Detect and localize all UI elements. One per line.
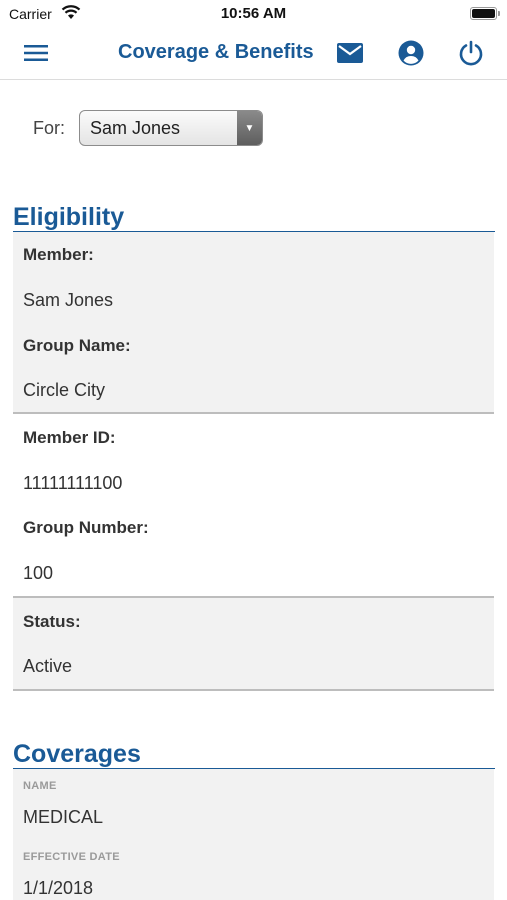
clock: 10:56 AM bbox=[220, 5, 287, 22]
eligibility-panel-ids: Member ID: 11111111100 Group Number: 100 bbox=[13, 414, 494, 598]
for-label: For: bbox=[33, 118, 66, 138]
member-id-value: 11111111100 bbox=[23, 473, 123, 493]
battery-icon bbox=[470, 7, 497, 20]
coverages-heading: Coverages bbox=[13, 740, 141, 768]
status-bar: Carrier 10:56 AM bbox=[0, 0, 507, 28]
account-icon[interactable] bbox=[397, 39, 425, 67]
power-icon[interactable] bbox=[457, 39, 485, 67]
coverage-name-label: NAME bbox=[23, 780, 57, 792]
group-number-label: Group Number: bbox=[23, 518, 149, 537]
member-id-label: Member ID: bbox=[23, 428, 116, 447]
group-name-label: Group Name: bbox=[23, 336, 131, 355]
battery-tip bbox=[498, 11, 500, 16]
member-selector-row: For: Sam Jones ▼ bbox=[33, 110, 273, 146]
mail-icon[interactable] bbox=[336, 39, 364, 67]
menu-icon[interactable] bbox=[22, 39, 50, 67]
member-value: Sam Jones bbox=[23, 290, 114, 310]
chevron-down-icon: ▼ bbox=[237, 111, 262, 145]
page-title: Coverage & Benefits bbox=[118, 41, 314, 63]
group-number-value: 100 bbox=[23, 563, 54, 583]
effective-date-value: 1/1/2018 bbox=[23, 878, 94, 898]
member-select[interactable]: Sam Jones ▼ bbox=[79, 110, 263, 146]
group-name-value: Circle City bbox=[23, 380, 106, 400]
effective-date-label: EFFECTIVE DATE bbox=[23, 851, 120, 863]
eligibility-heading: Eligibility bbox=[13, 203, 125, 231]
eligibility-panel-member: Member: Sam Jones Group Name: Circle Cit… bbox=[13, 232, 494, 414]
member-label: Member: bbox=[23, 245, 94, 264]
coverage-item: NAME MEDICAL EFFECTIVE DATE 1/1/2018 bbox=[13, 769, 494, 900]
status-value: Active bbox=[23, 656, 73, 676]
status-label: Status: bbox=[23, 612, 81, 631]
member-select-value: Sam Jones bbox=[90, 118, 181, 138]
eligibility-panel-status: Status: Active bbox=[13, 598, 494, 691]
nav-bar: Coverage & Benefits bbox=[0, 28, 507, 80]
coverage-name-value: MEDICAL bbox=[23, 807, 104, 827]
